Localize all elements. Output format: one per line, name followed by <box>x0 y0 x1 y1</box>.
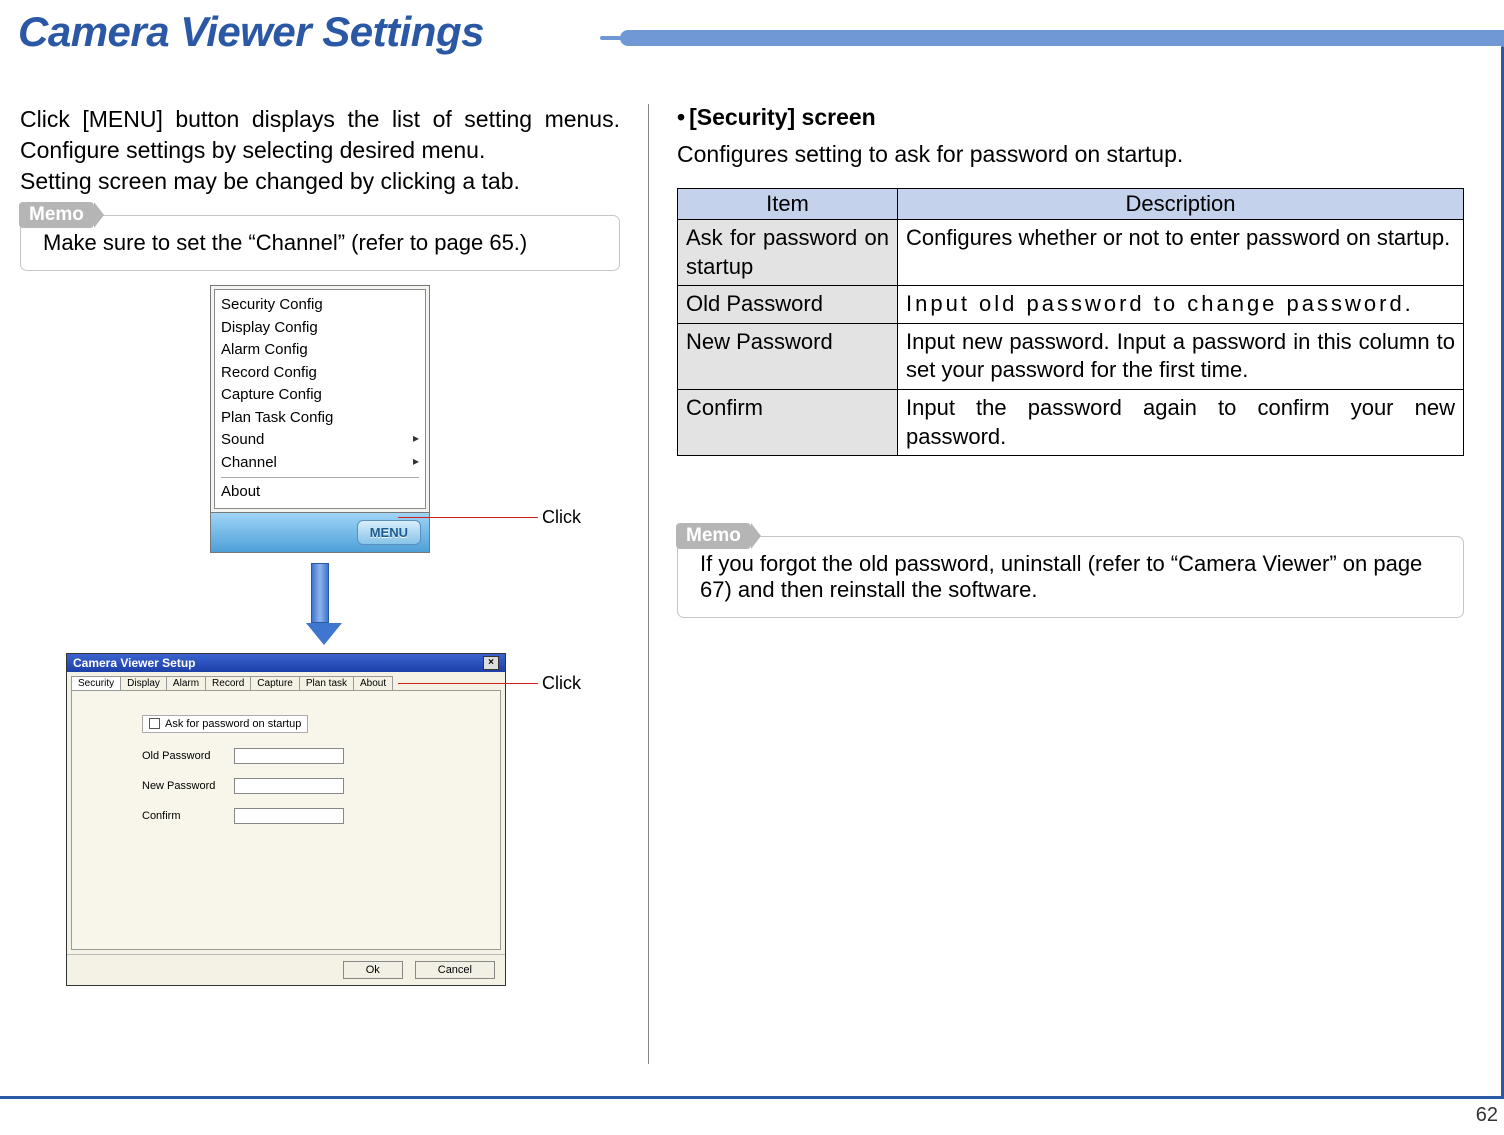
leader-line <box>398 683 538 684</box>
header-rule <box>0 30 1504 48</box>
security-table: Item Description Ask for password on sta… <box>677 188 1464 456</box>
new-password-input[interactable] <box>234 778 344 794</box>
tab-record[interactable]: Record <box>205 676 251 690</box>
menu-item[interactable]: Plan Task Config <box>221 407 419 430</box>
intro-paragraph-1: Click [MENU] button displays the list of… <box>20 104 620 166</box>
menu-item[interactable]: Capture Config <box>221 384 419 407</box>
memo-label: Memo <box>19 202 94 228</box>
tab-about[interactable]: About <box>353 676 393 690</box>
menu-item-about[interactable]: About <box>221 481 419 504</box>
checkbox-icon[interactable] <box>149 718 160 729</box>
menu-item[interactable]: Security Config <box>221 294 419 317</box>
table-header-item: Item <box>678 189 898 220</box>
dialog-title: Camera Viewer Setup <box>73 656 196 670</box>
table-header-description: Description <box>898 189 1464 220</box>
down-arrow-icon <box>306 563 334 645</box>
ask-password-option[interactable]: Ask for password on startup <box>142 715 308 733</box>
ok-button[interactable]: Ok <box>343 961 403 979</box>
intro-paragraph-2: Setting screen may be changed by clickin… <box>20 166 620 197</box>
new-password-label: New Password <box>142 780 222 792</box>
click-label-2: Click <box>542 673 581 694</box>
memo-text: Make sure to set the “Channel” (refer to… <box>43 230 601 256</box>
memo-text: If you forgot the old password, uninstal… <box>700 551 1445 603</box>
menu-item[interactable]: Alarm Config <box>221 339 419 362</box>
table-row: New Password Input new password. Input a… <box>678 323 1464 389</box>
menu-item-sound[interactable]: Sound <box>221 429 419 452</box>
table-row: Ask for password on startup Configures w… <box>678 220 1464 286</box>
menu-item-channel[interactable]: Channel <box>221 452 419 475</box>
tab-alarm[interactable]: Alarm <box>166 676 206 690</box>
security-description: Configures setting to ask for password o… <box>677 139 1464 170</box>
tab-capture[interactable]: Capture <box>250 676 300 690</box>
tab-plan-task[interactable]: Plan task <box>299 676 354 690</box>
close-icon[interactable]: × <box>483 656 499 670</box>
column-divider <box>648 104 649 1064</box>
menu-item[interactable]: Display Config <box>221 317 419 340</box>
table-row: Old Password Input old password to chang… <box>678 286 1464 324</box>
tab-display[interactable]: Display <box>120 676 167 690</box>
table-row: Confirm Input the password again to conf… <box>678 390 1464 456</box>
old-password-label: Old Password <box>142 750 222 762</box>
security-heading: •[Security] screen <box>677 104 1464 131</box>
tab-security[interactable]: Security <box>71 676 121 690</box>
menu-item[interactable]: Record Config <box>221 362 419 385</box>
confirm-input[interactable] <box>234 808 344 824</box>
confirm-label: Confirm <box>142 810 222 822</box>
page-number: 62 <box>1476 1104 1498 1127</box>
setup-dialog-screenshot: Camera Viewer Setup × Security Display A… <box>66 653 506 986</box>
memo-label: Memo <box>676 523 751 549</box>
menu-button[interactable]: MENU <box>357 520 421 545</box>
memo-box-forgot: Memo If you forgot the old password, uni… <box>677 536 1464 618</box>
memo-box-channel: Memo Make sure to set the “Channel” (ref… <box>20 215 620 271</box>
ask-password-label: Ask for password on startup <box>165 718 301 730</box>
footer-rule <box>0 1096 1504 1099</box>
cancel-button[interactable]: Cancel <box>415 961 495 979</box>
context-menu-screenshot: Security Config Display Config Alarm Con… <box>210 285 430 553</box>
leader-line <box>398 517 538 518</box>
click-label-1: Click <box>542 507 581 528</box>
old-password-input[interactable] <box>234 748 344 764</box>
